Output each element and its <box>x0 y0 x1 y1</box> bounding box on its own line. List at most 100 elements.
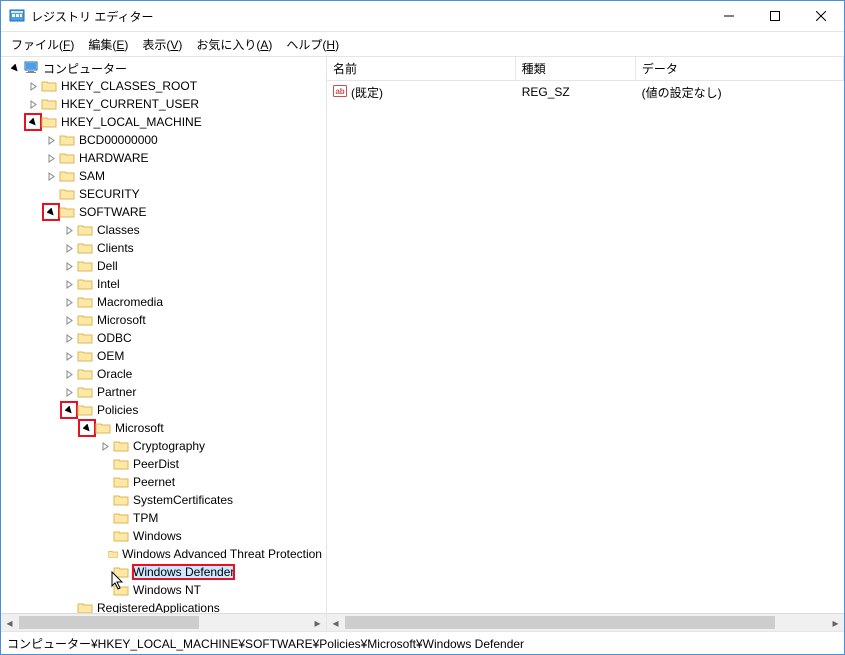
tree-item[interactable]: SystemCertificates <box>3 491 326 509</box>
registry-tree[interactable]: コンピューター HKEY_CLASSES_ROOT HKEY_CURRENT_U… <box>1 57 326 613</box>
tree-item-label: Windows Defender <box>133 565 234 579</box>
tree-item-label: Clients <box>97 241 134 255</box>
expand-toggle[interactable] <box>61 384 77 400</box>
expand-toggle[interactable] <box>43 132 59 148</box>
expand-toggle[interactable] <box>25 96 41 112</box>
scroll-left-icon[interactable]: ◂ <box>1 614 18 631</box>
window-title: レジストリ エディター <box>31 8 706 25</box>
tree-item[interactable]: Microsoft <box>3 419 326 437</box>
expand-toggle[interactable] <box>61 240 77 256</box>
list-body: ab (既定) REG_SZ (値の設定なし) <box>327 81 844 103</box>
scroll-left-icon[interactable]: ◂ <box>327 614 344 631</box>
scroll-right-icon[interactable]: ▸ <box>827 614 844 631</box>
menu-bar: ファイル(F) 編集(E) 表示(V) お気に入り(A) ヘルプ(H) <box>1 32 844 57</box>
close-button[interactable] <box>798 1 844 31</box>
tree-item-label: Cryptography <box>133 439 205 453</box>
expand-toggle[interactable] <box>97 438 113 454</box>
tree-item[interactable]: Windows Defender <box>3 563 326 581</box>
tree-item[interactable]: ODBC <box>3 329 326 347</box>
tree-item[interactable]: BCD00000000 <box>3 131 326 149</box>
tree-item-label: Windows <box>133 529 182 543</box>
menu-file[interactable]: ファイル(F) <box>5 35 80 54</box>
string-value-icon: ab <box>333 84 347 101</box>
menu-help[interactable]: ヘルプ(H) <box>280 35 345 54</box>
expand-toggle[interactable] <box>61 222 77 238</box>
menu-edit[interactable]: 編集(E) <box>82 35 134 54</box>
title-bar: レジストリ エディター <box>1 1 844 32</box>
tree-item[interactable]: SOFTWARE <box>3 203 326 221</box>
col-data[interactable]: データ <box>636 57 844 80</box>
expand-toggle[interactable] <box>61 348 77 364</box>
value-list[interactable]: 名前 種類 データ ab (既定) REG_SZ (値の設定なし) <box>327 57 844 613</box>
tree-item-label: TPM <box>133 511 158 525</box>
tree-item-label: Policies <box>97 403 138 417</box>
expand-toggle[interactable] <box>43 204 59 220</box>
expand-toggle[interactable] <box>61 276 77 292</box>
maximize-button[interactable] <box>752 1 798 31</box>
list-horizontal-scrollbar[interactable]: ◂ ▸ <box>327 613 844 631</box>
expand-toggle[interactable] <box>61 294 77 310</box>
expand-toggle[interactable] <box>79 420 95 436</box>
tree-item[interactable]: Dell <box>3 257 326 275</box>
expand-toggle[interactable] <box>61 312 77 328</box>
tree-item[interactable]: PeerDist <box>3 455 326 473</box>
tree-item[interactable]: Classes <box>3 221 326 239</box>
scroll-thumb[interactable] <box>345 616 775 629</box>
expand-toggle[interactable] <box>7 60 23 76</box>
expand-toggle[interactable] <box>61 402 77 418</box>
tree-item[interactable]: Intel <box>3 275 326 293</box>
tree-item[interactable]: Windows NT <box>3 581 326 599</box>
expand-toggle[interactable] <box>43 168 59 184</box>
scroll-thumb[interactable] <box>19 616 199 629</box>
list-header[interactable]: 名前 種類 データ <box>327 57 844 81</box>
tree-item-label: Intel <box>97 277 120 291</box>
tree-item[interactable]: Windows <box>3 527 326 545</box>
expand-toggle[interactable] <box>25 78 41 94</box>
cell-data: (値の設定なし) <box>636 84 844 101</box>
tree-item[interactable]: コンピューター <box>3 59 326 77</box>
menu-favorites[interactable]: お気に入り(A) <box>190 35 278 54</box>
tree-item-label: Windows NT <box>133 583 201 597</box>
tree-item-label: HKEY_LOCAL_MACHINE <box>61 115 202 129</box>
tree-item[interactable]: HKEY_CURRENT_USER <box>3 95 326 113</box>
col-type[interactable]: 種類 <box>516 57 636 80</box>
tree-item-label: Classes <box>97 223 140 237</box>
tree-item[interactable]: SECURITY <box>3 185 326 203</box>
tree-item-label: コンピューター <box>43 60 127 77</box>
tree-item[interactable]: Oracle <box>3 365 326 383</box>
status-bar: コンピューター¥HKEY_LOCAL_MACHINE¥SOFTWARE¥Poli… <box>1 631 844 654</box>
tree-item[interactable]: RegisteredApplications <box>3 599 326 613</box>
minimize-button[interactable] <box>706 1 752 31</box>
expand-toggle[interactable] <box>61 330 77 346</box>
tree-horizontal-scrollbar[interactable]: ◂ ▸ <box>1 613 326 631</box>
tree-item[interactable]: Clients <box>3 239 326 257</box>
tree-item[interactable]: Cryptography <box>3 437 326 455</box>
tree-item[interactable]: HKEY_LOCAL_MACHINE <box>3 113 326 131</box>
tree-item-label: SOFTWARE <box>79 205 147 219</box>
tree-item[interactable]: Peernet <box>3 473 326 491</box>
tree-item[interactable]: OEM <box>3 347 326 365</box>
tree-item-label: Dell <box>97 259 118 273</box>
scroll-right-icon[interactable]: ▸ <box>309 614 326 631</box>
tree-item-label: BCD00000000 <box>79 133 158 147</box>
tree-item[interactable]: Policies <box>3 401 326 419</box>
tree-item[interactable]: SAM <box>3 167 326 185</box>
tree-item-label: Oracle <box>97 367 132 381</box>
menu-view[interactable]: 表示(V) <box>136 35 188 54</box>
tree-item[interactable]: Partner <box>3 383 326 401</box>
tree-item[interactable]: TPM <box>3 509 326 527</box>
col-name[interactable]: 名前 <box>327 57 516 80</box>
expand-toggle[interactable] <box>43 150 59 166</box>
tree-item-label: Peernet <box>133 475 175 489</box>
tree-item[interactable]: HKEY_CLASSES_ROOT <box>3 77 326 95</box>
tree-item-label: SystemCertificates <box>133 493 233 507</box>
tree-item[interactable]: Macromedia <box>3 293 326 311</box>
tree-item[interactable]: Windows Advanced Threat Protection <box>3 545 326 563</box>
list-row[interactable]: ab (既定) REG_SZ (値の設定なし) <box>327 83 844 101</box>
expand-toggle[interactable] <box>61 366 77 382</box>
tree-item[interactable]: Microsoft <box>3 311 326 329</box>
expand-toggle[interactable] <box>25 114 41 130</box>
expand-toggle[interactable] <box>61 258 77 274</box>
tree-item[interactable]: HARDWARE <box>3 149 326 167</box>
tree-item-label: SECURITY <box>79 187 140 201</box>
